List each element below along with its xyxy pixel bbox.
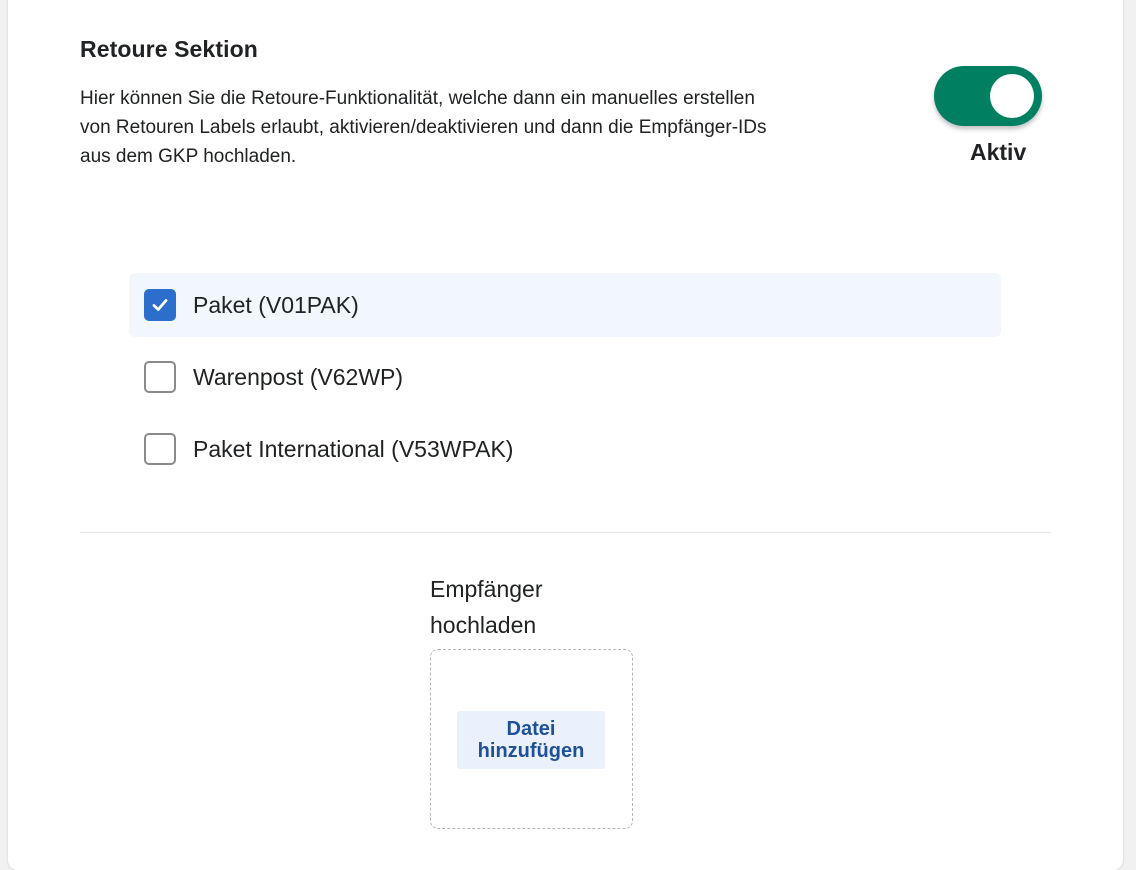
upload-label: Empfänger hochladen <box>430 576 543 638</box>
product-options-list: Paket (V01PAK) Warenpost (V62WP) Paket I… <box>129 273 1001 489</box>
toggle-status-label: Aktiv <box>970 139 1027 165</box>
checkmark-icon <box>152 299 168 311</box>
option-label: Paket (V01PAK) <box>193 291 359 318</box>
option-label: Paket International (V53WPAK) <box>193 435 514 462</box>
section-title: Retoure Sektion <box>80 36 258 62</box>
retoure-toggle-switch[interactable] <box>934 66 1042 126</box>
add-file-button[interactable]: Datei hinzufügen <box>457 711 605 769</box>
option-paket-international[interactable]: Paket International (V53WPAK) <box>129 417 1001 481</box>
toggle-knob <box>990 74 1034 118</box>
option-paket[interactable]: Paket (V01PAK) <box>129 273 1001 337</box>
divider <box>80 532 1051 533</box>
checkbox-warenpost[interactable] <box>144 361 176 393</box>
option-warenpost[interactable]: Warenpost (V62WP) <box>129 345 1001 409</box>
file-dropzone[interactable]: Datei hinzufügen <box>430 649 633 829</box>
checkbox-paket[interactable] <box>144 289 176 321</box>
checkbox-paket-international[interactable] <box>144 433 176 465</box>
option-label: Warenpost (V62WP) <box>193 363 404 390</box>
section-description: Hier können Sie die Retoure-Funktionalit… <box>80 88 767 167</box>
